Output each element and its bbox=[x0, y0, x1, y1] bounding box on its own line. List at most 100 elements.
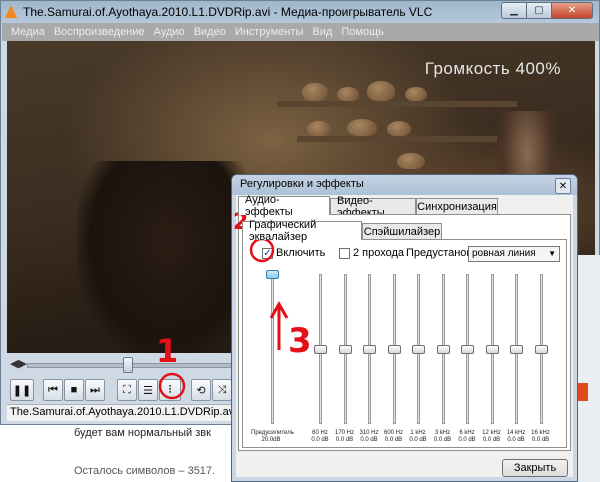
band-slider-thumb[interactable] bbox=[461, 345, 474, 354]
menu-media[interactable]: Медиа bbox=[11, 26, 45, 38]
preamp-slider-thumb[interactable] bbox=[266, 270, 279, 279]
tab-video-effects[interactable]: Видео-эффекты bbox=[330, 195, 416, 219]
band-frequency: 60 Hz bbox=[312, 430, 328, 436]
preset-value: ровная линия bbox=[472, 248, 536, 259]
band-label: 310 Hz 0.0 dB bbox=[357, 430, 381, 444]
equalizer-panel: ✓ Включить 2 прохода Предустановка ровна… bbox=[242, 239, 567, 448]
video-pot bbox=[307, 121, 331, 136]
video-pot bbox=[347, 119, 377, 136]
band-gain: 0.0 dB bbox=[360, 437, 378, 443]
band-frequency: 3 kHz bbox=[434, 430, 451, 436]
two-pass-checkbox[interactable] bbox=[339, 248, 350, 259]
effects-button[interactable]: ⫶ bbox=[159, 379, 181, 401]
title-bar: The.Samurai.of.Ayothaya.2010.L1.DVDRip.a… bbox=[1, 1, 599, 23]
close-window-button[interactable]: ✕ bbox=[551, 2, 593, 19]
menu-audio[interactable]: Аудио bbox=[154, 26, 185, 38]
band-slider-thumb[interactable] bbox=[314, 345, 327, 354]
preset-select[interactable]: ровная линия ▼ bbox=[468, 246, 560, 262]
band-frequency: 1 kHz bbox=[410, 430, 426, 436]
fullscreen-button[interactable]: ⛶ bbox=[117, 379, 137, 401]
playlist-button[interactable]: ☰ bbox=[138, 379, 158, 401]
band-label: 1 kHz 0.0 dB bbox=[406, 430, 430, 444]
menu-help[interactable]: Помощь bbox=[341, 26, 384, 38]
pause-button[interactable]: ❚❚ bbox=[10, 379, 34, 401]
audio-effects-panel: Графический эквалайзер Спэйшилайзер ✓ Вк… bbox=[238, 214, 571, 451]
video-pot bbox=[367, 81, 395, 101]
video-figure bbox=[77, 161, 257, 353]
band-label: 12 kHz 0.0 dB bbox=[480, 430, 504, 444]
tab-synchronization[interactable]: Синхронизация bbox=[416, 198, 498, 215]
band-frequency: 170 Hz bbox=[334, 430, 354, 436]
menu-bar: Медиа Воспроизведение Аудио Видео Инстру… bbox=[2, 23, 599, 41]
tab-spatializer[interactable]: Спэйшилайзер bbox=[362, 223, 442, 240]
band-slider-thumb[interactable] bbox=[412, 345, 425, 354]
band-label: 14 kHz 0.0 dB bbox=[504, 430, 528, 444]
band-frequency: 6 kHz bbox=[459, 430, 475, 436]
band-slider-thumb[interactable] bbox=[510, 345, 523, 354]
band-slider-thumb[interactable] bbox=[485, 345, 499, 354]
band-label: 600 Hz 0.0 dB bbox=[382, 430, 406, 444]
video-pot bbox=[387, 121, 411, 136]
video-pot bbox=[397, 153, 425, 169]
vlc-cone-icon bbox=[5, 5, 17, 18]
effects-dialog: Регулировки и эффекты ✕ Аудио-эффекты Ви… bbox=[231, 174, 578, 482]
band-frequency: 14 kHz bbox=[506, 430, 526, 436]
preamp-value: 20.0dB bbox=[261, 437, 281, 443]
menu-tools[interactable]: Инструменты bbox=[235, 26, 304, 38]
dialog-title-bar: Регулировки и эффекты ✕ bbox=[232, 175, 577, 195]
band-slider-thumb[interactable] bbox=[363, 345, 376, 354]
menu-view[interactable]: Вид bbox=[312, 26, 332, 38]
stop-button[interactable]: ■ bbox=[64, 379, 84, 401]
menu-video[interactable]: Видео bbox=[194, 26, 226, 38]
shuffle-button[interactable]: ⤨ bbox=[212, 379, 232, 401]
preamp-label-text: Предусилитель bbox=[251, 430, 294, 436]
previous-button[interactable]: ⏮ bbox=[43, 379, 63, 401]
chevron-down-icon: ▼ bbox=[548, 249, 556, 258]
band-gain: 0.0 dB bbox=[311, 437, 329, 443]
band-slider-thumb[interactable] bbox=[338, 345, 352, 354]
band-label: 170 Hz 0.0 dB bbox=[333, 430, 357, 444]
loop-button[interactable]: ⟲ bbox=[191, 379, 211, 401]
band-label: 3 kHz 0.0 dB bbox=[431, 430, 455, 444]
volume-osd: Громкость 400% bbox=[424, 59, 561, 78]
band-slider-thumb[interactable] bbox=[387, 345, 401, 354]
two-pass-label: 2 прохода bbox=[353, 247, 405, 259]
band-slider-thumb[interactable] bbox=[534, 345, 548, 354]
seek-thumb[interactable] bbox=[122, 357, 133, 373]
band-gain: 0.0 dB bbox=[409, 437, 427, 443]
band-label: 16 kHz 0.0 dB bbox=[529, 430, 553, 444]
enable-checkbox[interactable]: ✓ bbox=[262, 248, 273, 259]
tab-graphic-equalizer[interactable]: Графический эквалайзер bbox=[242, 219, 362, 243]
next-button[interactable]: ⏭ bbox=[85, 379, 105, 401]
band-frequency: 12 kHz bbox=[482, 430, 501, 436]
enable-label: Включить bbox=[276, 247, 326, 259]
band-frequency: 600 Hz bbox=[383, 430, 403, 436]
band-label: 60 Hz 0.0 dB bbox=[308, 430, 332, 444]
chars-left-text: Осталось символов – 3517. bbox=[74, 465, 216, 477]
maximize-button[interactable]: ▢ bbox=[526, 2, 552, 19]
preamp-label: Предусилитель 20.0dB bbox=[251, 430, 294, 444]
band-slider-thumb[interactable] bbox=[436, 345, 450, 354]
dialog-close-icon[interactable]: ✕ bbox=[555, 178, 571, 194]
window-buttons: ▁ ▢ ✕ bbox=[501, 2, 593, 19]
minimize-button[interactable]: ▁ bbox=[501, 2, 527, 19]
video-pot bbox=[337, 87, 359, 101]
band-gain: 0.0 dB bbox=[384, 437, 403, 443]
close-dialog-button[interactable]: Закрыть bbox=[502, 459, 568, 477]
video-pot bbox=[405, 87, 427, 101]
status-filename: The.Samurai.of.Ayothaya.2010.L1.DVDRip.a… bbox=[10, 406, 237, 418]
preamp-track[interactable] bbox=[271, 274, 274, 424]
page-text-line: будет вам нормальный звк bbox=[74, 427, 211, 439]
band-gain: 0.0 dB bbox=[433, 437, 452, 443]
seek-arrows: ◀▶ bbox=[10, 358, 27, 370]
band-gain: 0.0 dB bbox=[482, 437, 501, 443]
page-orange-button bbox=[578, 383, 588, 401]
band-frequency: 16 kHz bbox=[531, 430, 550, 436]
dialog-body: Аудио-эффекты Видео-эффекты Синхронизаци… bbox=[236, 194, 573, 477]
band-frequency: 310 Hz bbox=[359, 430, 379, 436]
tab-audio-effects[interactable]: Аудио-эффекты bbox=[238, 194, 330, 218]
video-shelf bbox=[297, 136, 497, 142]
dialog-title: Регулировки и эффекты bbox=[240, 178, 364, 190]
band-gain: 0.0 dB bbox=[531, 437, 550, 443]
menu-playback[interactable]: Воспроизведение bbox=[54, 26, 145, 38]
